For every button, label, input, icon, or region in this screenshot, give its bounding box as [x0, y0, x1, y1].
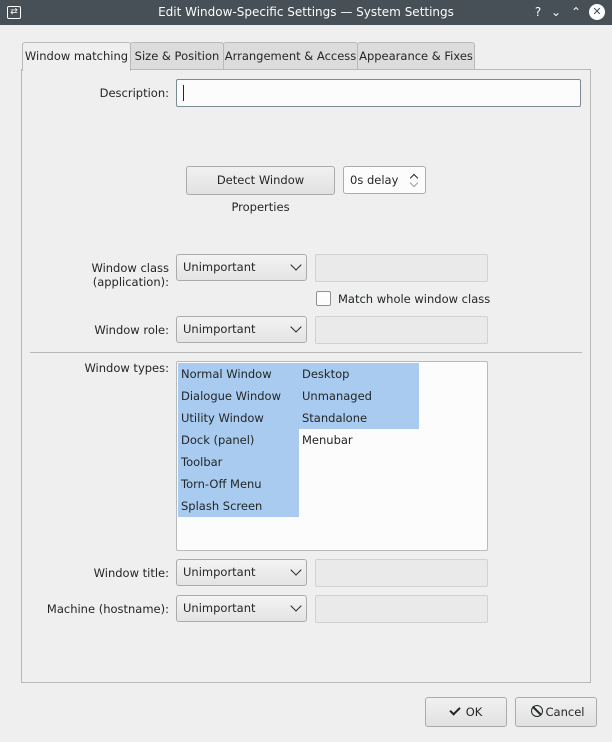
machine-input[interactable] — [315, 595, 488, 623]
window-role-match-value: Unimportant — [183, 322, 256, 336]
separator — [30, 352, 582, 353]
spin-down-icon[interactable] — [409, 178, 419, 188]
check-icon — [449, 704, 461, 716]
cancel-label: Cancel — [545, 705, 585, 719]
list-item[interactable]: Dialogue Window — [178, 385, 299, 407]
window-class-label: Window class (application): — [91, 261, 169, 289]
match-whole-class-checkbox[interactable] — [316, 291, 331, 306]
delay-spinbox[interactable]: 0s delay — [343, 166, 426, 194]
chevron-down-icon — [290, 564, 302, 576]
machine-label: Machine (hostname): — [46, 602, 169, 616]
window-types-label: Window types: — [84, 361, 169, 375]
list-item[interactable]: Standalone Menubar — [299, 407, 419, 447]
window-class-match-value: Unimportant — [183, 260, 256, 274]
text-cursor — [183, 85, 184, 101]
window-role-input[interactable] — [315, 316, 488, 344]
chevron-down-icon — [290, 259, 302, 271]
list-item[interactable]: Unmanaged Window — [299, 385, 419, 425]
detect-window-properties-button[interactable]: Detect Window Properties — [186, 166, 335, 214]
window-role-match-combo[interactable]: Unimportant — [176, 316, 307, 343]
chevron-down-icon — [290, 600, 302, 612]
description-input[interactable] — [176, 79, 581, 107]
help-button[interactable]: ? — [530, 4, 546, 20]
machine-match-value: Unimportant — [183, 601, 256, 615]
chevron-down-icon — [290, 321, 302, 333]
window-class-input[interactable] — [315, 254, 488, 282]
ok-button[interactable]: OK — [425, 697, 507, 727]
tab-appearance-fixes[interactable]: Appearance & Fixes — [357, 42, 475, 70]
description-label: Description: — [99, 86, 169, 100]
list-item[interactable]: Toolbar — [178, 451, 299, 473]
window-role-label: Window role: — [94, 323, 169, 337]
close-button[interactable]: ✕ — [589, 4, 605, 20]
window-class-match-combo[interactable]: Unimportant — [176, 254, 307, 281]
window-title-match-value: Unimportant — [183, 565, 256, 579]
window-title-input[interactable] — [315, 559, 488, 587]
cancel-icon — [531, 705, 543, 717]
list-item[interactable]: Desktop — [299, 363, 419, 385]
ok-label: OK — [465, 705, 483, 719]
maximize-button[interactable]: ⌃ — [568, 4, 584, 20]
list-item[interactable]: Torn-Off Menu — [178, 473, 299, 495]
tab-arrangement-access[interactable]: Arrangement & Access — [223, 42, 358, 70]
window-title: Edit Window-Specific Settings — System S… — [158, 5, 454, 19]
window-title-label: Window title: — [93, 566, 169, 580]
list-item[interactable]: Splash Screen — [178, 495, 299, 517]
title-bar: ⇄ Edit Window-Specific Settings — System… — [0, 0, 612, 25]
match-whole-class-label: Match whole window class — [338, 292, 491, 306]
list-item[interactable]: Dock (panel) — [178, 429, 299, 451]
list-item[interactable]: Normal Window — [178, 363, 299, 385]
tab-size-position[interactable]: Size & Position — [130, 42, 224, 70]
window-title-match-combo[interactable]: Unimportant — [176, 559, 307, 586]
tab-window-matching[interactable]: Window matching — [22, 42, 131, 71]
machine-match-combo[interactable]: Unimportant — [176, 595, 307, 622]
list-item[interactable]: Utility Window — [178, 407, 299, 429]
window-types-list[interactable]: Normal Window Dialogue Window Utility Wi… — [176, 361, 488, 551]
minimize-button[interactable]: ⌄ — [548, 4, 564, 20]
cancel-button[interactable]: Cancel — [515, 697, 597, 727]
delay-value: 0s delay — [350, 173, 399, 187]
